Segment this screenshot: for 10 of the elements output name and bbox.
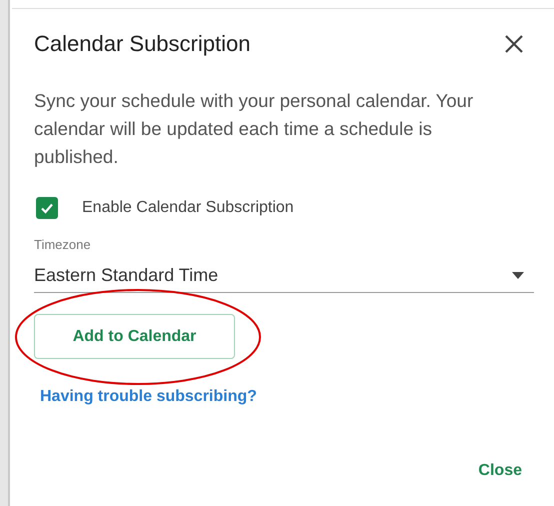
dropdown-caret-icon <box>512 272 524 279</box>
timezone-select[interactable]: Timezone Eastern Standard Time <box>34 237 534 293</box>
close-button[interactable]: Close <box>476 458 524 484</box>
description-text: Sync your schedule with your personal calendar. Your calendar will be updated each time a schedule is published. <box>34 89 474 169</box>
add-to-calendar-button[interactable]: Add to Calendar <box>34 314 235 359</box>
checkbox[interactable] <box>36 197 58 219</box>
checkbox-label: Enable Calendar Subscription <box>82 199 294 217</box>
close-icon[interactable] <box>504 34 524 54</box>
help-link[interactable]: Having trouble subscribing? <box>40 388 257 406</box>
dialog-title: Calendar Subscription <box>34 31 250 57</box>
